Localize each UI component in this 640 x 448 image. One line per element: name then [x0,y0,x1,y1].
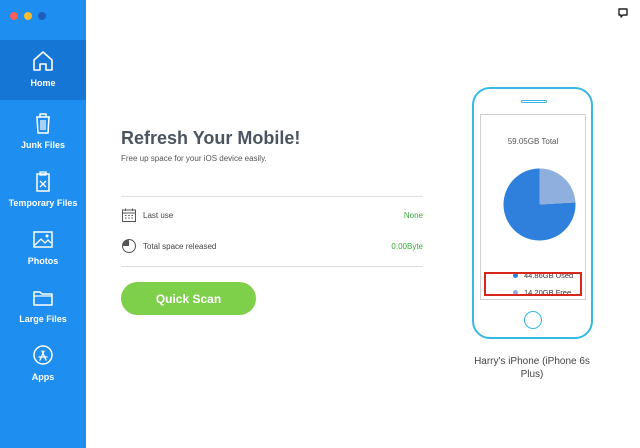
close-window-button[interactable] [10,12,18,20]
minimize-window-button[interactable] [24,12,32,20]
sidebar-item-label: Apps [31,372,55,382]
space-released-label: Total space released [143,241,217,251]
photo-icon [33,231,53,248]
phone-speaker [521,100,547,103]
storage-pie-chart [503,168,576,241]
sidebar-item-junk-files[interactable]: Junk Files [0,104,86,162]
sidebar-item-temporary-files[interactable]: Temporary Files [0,162,86,220]
feedback-icon[interactable] [618,8,628,18]
trash-icon [36,113,50,134]
page-subtitle: Free up space for your iOS device easily… [121,154,267,163]
device-name: Harry's iPhone (iPhone 6s Plus) [474,356,590,380]
sidebar-item-large-files[interactable]: Large Files [0,278,86,336]
sidebar-item-label: Temporary Files [8,198,78,208]
divider [121,266,423,267]
sidebar-item-home[interactable]: Home [0,40,86,100]
divider [121,196,423,197]
app-store-icon [33,345,53,365]
pie-chart-icon [122,239,136,253]
last-use-value: None [403,210,423,220]
home-icon [33,51,53,71]
space-released-row: Total space released 0.00Byte [121,237,423,255]
sidebar-item-label: Home [30,78,56,88]
pie-slice-free [539,168,576,205]
sidebar-item-label: Large Files [19,314,67,324]
zoom-window-button[interactable] [38,12,46,20]
calendar-icon [122,208,136,222]
sidebar-item-label: Junk Files [20,140,65,150]
sidebar: Home Junk Files Temporary Files Photos L… [0,0,86,448]
quick-scan-button[interactable]: Quick Scan [121,282,256,315]
temp-files-icon [36,171,50,192]
sidebar-item-label: Photos [27,256,59,266]
last-use-row: Last use None [121,206,423,224]
last-use-label: Last use [143,210,174,220]
folder-icon [33,291,53,306]
window-controls [10,12,46,20]
phone-home-button [524,311,542,329]
space-released-value: 0.00Byte [391,241,423,251]
sidebar-item-photos[interactable]: Photos [0,220,86,278]
page-title: Refresh Your Mobile! [121,128,301,148]
storage-total: 59.05GB Total [507,137,559,146]
phone-illustration: 59.05GB Total 44.86GB Used 14.20GB Free [472,87,593,339]
sidebar-item-apps[interactable]: Apps [0,336,86,394]
free-space-highlight [484,272,582,296]
